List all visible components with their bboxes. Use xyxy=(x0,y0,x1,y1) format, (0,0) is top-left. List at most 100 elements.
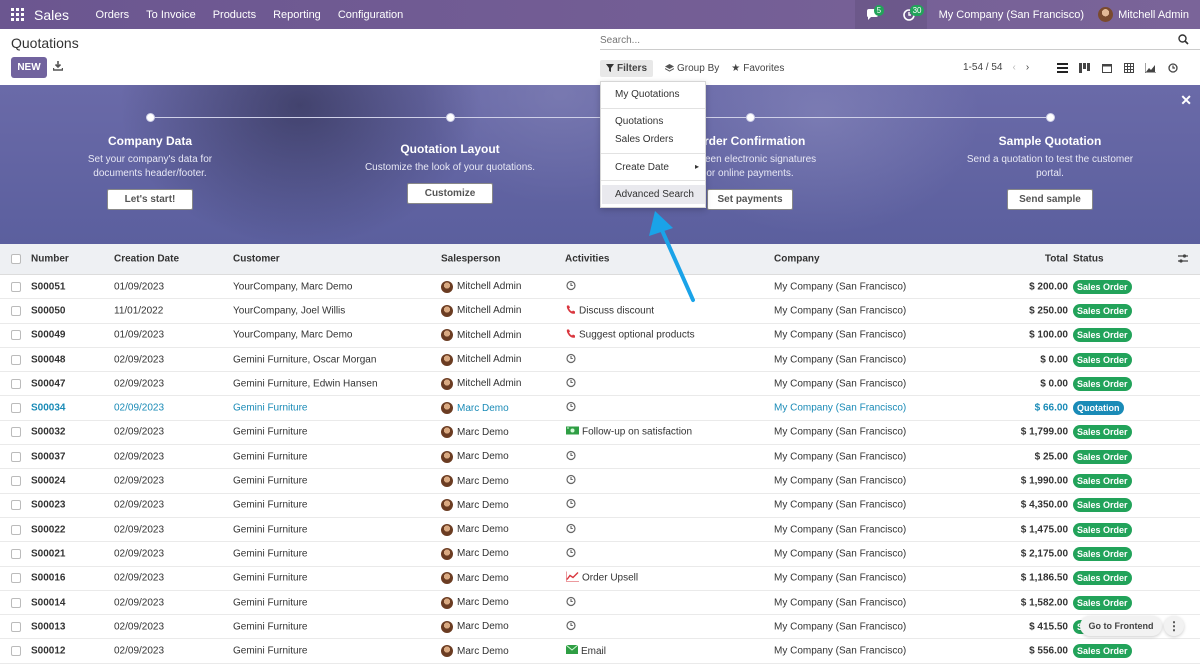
activity[interactable] xyxy=(566,523,579,536)
row-checkbox[interactable] xyxy=(11,476,21,487)
lets-start-button[interactable]: Let's start! xyxy=(107,189,193,210)
clock-icon[interactable] xyxy=(566,402,576,415)
header-total[interactable]: Total xyxy=(1045,254,1068,265)
clock-icon[interactable] xyxy=(566,547,576,560)
list-view-icon[interactable] xyxy=(1056,62,1069,74)
money-icon[interactable] xyxy=(566,426,579,439)
row-checkbox[interactable] xyxy=(11,524,21,535)
table-row[interactable]: S00050 11/01/2022 YourCompany, Joel Willis… xyxy=(0,299,1200,324)
company-switcher[interactable]: My Company (San Francisco) xyxy=(927,9,1099,21)
clock-icon[interactable] xyxy=(566,620,576,633)
graph-view-icon[interactable] xyxy=(1144,62,1157,74)
user-menu[interactable]: Mitchell Admin xyxy=(1098,7,1200,22)
download-icon[interactable] xyxy=(52,61,64,74)
email-icon[interactable] xyxy=(565,644,579,657)
activity[interactable]: Discuss discount xyxy=(566,304,654,317)
search-input[interactable] xyxy=(600,33,1160,48)
activity[interactable] xyxy=(566,402,579,415)
filters-button[interactable]: Filters xyxy=(600,59,654,77)
row-checkbox[interactable] xyxy=(11,403,21,414)
row-checkbox[interactable] xyxy=(11,281,21,292)
clock-icon[interactable] xyxy=(566,377,576,390)
row-checkbox[interactable] xyxy=(11,548,21,559)
apps-menu-icon[interactable] xyxy=(0,0,34,29)
menu-products[interactable]: Products xyxy=(204,9,264,21)
customize-button[interactable]: Customize xyxy=(407,183,493,204)
clock-icon[interactable] xyxy=(566,353,576,366)
header-creation-date[interactable]: Creation Date xyxy=(114,254,179,265)
filter-quotations[interactable]: Quotations xyxy=(615,116,663,127)
table-row[interactable]: S00037 02/09/2023 Gemini Furniture Marc Dem… xyxy=(0,445,1200,470)
activity[interactable] xyxy=(566,474,579,488)
optional-columns-icon[interactable] xyxy=(1178,254,1188,266)
activity-view-icon[interactable] xyxy=(1166,62,1179,74)
row-checkbox[interactable] xyxy=(11,378,21,389)
set-payments-button[interactable]: Set payments xyxy=(707,189,793,210)
table-row[interactable]: S00049 01/09/2023 YourCompany, Marc Demo Mi… xyxy=(0,324,1200,348)
header-number[interactable]: Number xyxy=(31,254,69,265)
activity[interactable]: Order Upsell xyxy=(565,571,638,585)
app-brand[interactable]: Sales xyxy=(34,7,69,23)
filter-my-quotations[interactable]: My Quotations xyxy=(615,89,679,100)
advanced-search-item[interactable]: Advanced Search xyxy=(615,189,694,200)
filter-create-date[interactable]: Create Date xyxy=(615,162,669,173)
pager-value[interactable]: 1-54 / 54 xyxy=(963,62,1002,73)
row-checkbox[interactable] xyxy=(11,427,21,438)
menu-reporting[interactable]: Reporting xyxy=(265,9,330,21)
clock-icon[interactable] xyxy=(566,474,576,488)
table-row[interactable]: S00024 02/09/2023 Gemini Furniture Marc Dem… xyxy=(0,469,1200,494)
clock-icon[interactable] xyxy=(566,596,576,609)
table-row[interactable]: S00022 02/09/2023 Gemini Furniture Marc Dem… xyxy=(0,518,1200,543)
go-to-frontend-button[interactable]: Go to Frontend xyxy=(1080,616,1162,636)
table-row[interactable]: S00012 02/09/2023 Gemini Furniture Marc Dem… xyxy=(0,639,1200,664)
row-checkbox[interactable] xyxy=(11,597,21,608)
row-checkbox[interactable] xyxy=(11,646,21,657)
select-all-checkbox[interactable] xyxy=(11,254,21,264)
row-checkbox[interactable] xyxy=(11,451,21,462)
clock-icon[interactable] xyxy=(566,280,576,293)
new-button[interactable]: NEW xyxy=(11,57,47,78)
activity[interactable] xyxy=(566,620,579,633)
phone-icon[interactable] xyxy=(566,329,576,342)
favorites-button[interactable]: ★ Favorites xyxy=(731,63,784,74)
header-salesperson[interactable]: Salesperson xyxy=(441,254,500,265)
phone-icon[interactable] xyxy=(566,304,576,317)
activity[interactable]: Email xyxy=(565,644,606,657)
table-row[interactable]: S00023 02/09/2023 Gemini Furniture Marc Dem… xyxy=(0,494,1200,518)
row-checkbox[interactable] xyxy=(11,573,21,584)
row-checkbox[interactable] xyxy=(11,500,21,511)
filter-sales-orders[interactable]: Sales Orders xyxy=(615,134,673,145)
header-customer[interactable]: Customer xyxy=(233,254,280,265)
activity[interactable] xyxy=(566,499,579,512)
pivot-view-icon[interactable] xyxy=(1122,62,1135,74)
pager-next-icon[interactable]: › xyxy=(1026,62,1029,73)
table-row[interactable]: S00013 02/09/2023 Gemini Furniture Marc Dem… xyxy=(0,615,1200,640)
send-sample-button[interactable]: Send sample xyxy=(1007,189,1093,210)
search-icon[interactable] xyxy=(1178,34,1189,48)
clock-icon[interactable] xyxy=(566,450,576,463)
menu-orders[interactable]: Orders xyxy=(87,9,138,21)
table-row[interactable]: S00021 02/09/2023 Gemini Furniture Marc Dem… xyxy=(0,542,1200,567)
activity[interactable] xyxy=(566,280,579,293)
table-row[interactable]: S00047 02/09/2023 Gemini Furniture, Edwin … xyxy=(0,372,1200,397)
header-activities[interactable]: Activities xyxy=(565,254,609,265)
menu-to-invoice[interactable]: To Invoice xyxy=(138,9,205,21)
table-row[interactable]: S00014 02/09/2023 Gemini Furniture Marc Dem… xyxy=(0,591,1200,616)
chart-icon[interactable] xyxy=(565,571,579,585)
table-row[interactable]: S00032 02/09/2023 Gemini Furniture Marc Dem… xyxy=(0,421,1200,446)
close-icon[interactable]: ✕ xyxy=(1180,92,1192,109)
header-company[interactable]: Company xyxy=(774,254,820,265)
header-status[interactable]: Status xyxy=(1073,254,1104,265)
kanban-view-icon[interactable] xyxy=(1078,62,1091,74)
table-row[interactable]: S00048 02/09/2023 Gemini Furniture, Oscar … xyxy=(0,348,1200,373)
pager-prev-icon[interactable]: ‹ xyxy=(1012,62,1015,73)
table-row[interactable]: S00034 02/09/2023 Gemini Furniture Marc Dem… xyxy=(0,396,1200,421)
row-checkbox[interactable] xyxy=(11,621,21,632)
activities-icon[interactable]: 30 xyxy=(890,0,927,29)
activity[interactable]: Suggest optional products xyxy=(566,329,695,342)
menu-configuration[interactable]: Configuration xyxy=(329,9,411,21)
more-options-icon[interactable]: ⋮ xyxy=(1164,616,1184,636)
group-by-button[interactable]: Group By xyxy=(665,63,719,74)
table-row[interactable]: S00016 02/09/2023 Gemini Furniture Marc Dem… xyxy=(0,567,1200,591)
activity[interactable] xyxy=(566,450,579,463)
